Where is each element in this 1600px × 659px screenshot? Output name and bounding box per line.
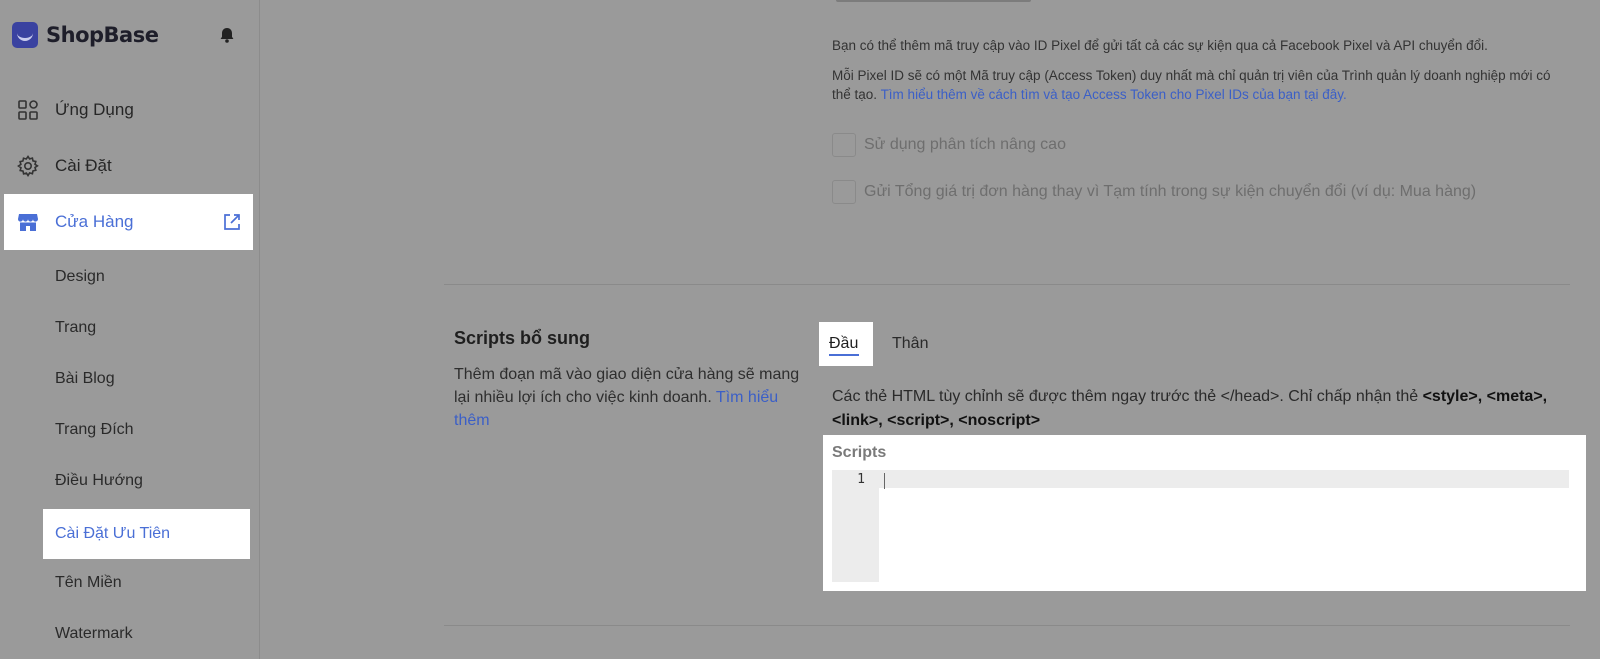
sidebar-subitem-label: Cài Đặt Ưu Tiên bbox=[55, 525, 171, 542]
section-divider bbox=[444, 284, 1570, 285]
sidebar-subitem-label: Tên Miền bbox=[55, 574, 122, 591]
sidebar-item-store[interactable]: Cửa Hàng bbox=[4, 194, 253, 250]
tab-label: Thân bbox=[892, 335, 929, 352]
text-caret bbox=[884, 473, 885, 489]
tab-label: Đầu bbox=[829, 335, 859, 352]
send-total-option[interactable]: Gửi Tổng giá trị đơn hàng thay vì Tạm tí… bbox=[832, 180, 1476, 204]
app-window: ShopBase Ứng Dụng Cài Đặt Cửa Hàng Desig… bbox=[0, 0, 1600, 659]
sidebar: ShopBase Ứng Dụng Cài Đặt Cửa Hàng Desig… bbox=[0, 0, 260, 659]
html-tags-note: Các thẻ HTML tùy chỉnh sẽ được thêm ngay… bbox=[832, 385, 1572, 433]
advanced-analytics-checkbox[interactable] bbox=[832, 133, 856, 157]
shopbase-logo-icon bbox=[12, 22, 38, 48]
input-field-edge bbox=[836, 0, 1031, 2]
bell-icon[interactable] bbox=[218, 26, 236, 44]
sidebar-subitem-label: Trang bbox=[55, 319, 97, 336]
sidebar-subitem-domains[interactable]: Tên Miền bbox=[43, 558, 250, 608]
sidebar-subitem-navigation[interactable]: Điều Hướng bbox=[43, 456, 250, 506]
send-total-checkbox[interactable] bbox=[832, 180, 856, 204]
sidebar-item-label: Ứng Dụng bbox=[55, 100, 134, 119]
gear-icon bbox=[17, 155, 39, 177]
sidebar-subitem-label: Bài Blog bbox=[55, 370, 115, 387]
sidebar-item-label: Cửa Hàng bbox=[55, 212, 134, 231]
external-link-icon[interactable] bbox=[222, 212, 242, 232]
sidebar-subitem-blog[interactable]: Bài Blog bbox=[43, 354, 250, 404]
line-number-gutter: 1 bbox=[832, 470, 879, 582]
sidebar-subitem-landing[interactable]: Trang Đích bbox=[43, 405, 250, 455]
sidebar-subitem-label: Trang Đích bbox=[55, 421, 134, 438]
advanced-analytics-label: Sử dụng phân tích nâng cao bbox=[864, 136, 1066, 153]
sidebar-subitem-label: Watermark bbox=[55, 625, 133, 642]
tab-active-indicator bbox=[829, 354, 859, 356]
brand-name: ShopBase bbox=[46, 23, 159, 47]
scripts-section-title: Scripts bổ sung bbox=[454, 328, 591, 348]
line-number: 1 bbox=[857, 472, 865, 487]
sidebar-subitem-label: Điều Hướng bbox=[55, 472, 143, 489]
main-content: Bạn có thể thêm mã truy cập vào ID Pixel… bbox=[261, 0, 1600, 659]
sidebar-item-apps[interactable]: Ứng Dụng bbox=[4, 82, 253, 138]
scripts-editor-label: Scripts bbox=[832, 444, 887, 461]
sidebar-subitem-design[interactable]: Design bbox=[43, 252, 250, 302]
sidebar-item-settings[interactable]: Cài Đặt bbox=[4, 138, 253, 194]
scripts-editor-panel: Scripts 1 bbox=[823, 435, 1586, 591]
sidebar-subitem-watermark[interactable]: Watermark bbox=[43, 609, 250, 659]
html-note-text: Các thẻ HTML tùy chỉnh sẽ được thêm ngay… bbox=[832, 388, 1419, 405]
access-token-help-link[interactable]: Tìm hiểu thêm về cách tìm và tạo Access … bbox=[881, 87, 1347, 102]
code-editor-input[interactable] bbox=[879, 470, 1569, 488]
tab-head[interactable]: Đầu bbox=[819, 322, 873, 366]
pixel-token-info: Mỗi Pixel ID sẽ có một Mã truy cập (Acce… bbox=[832, 66, 1572, 104]
grid-icon bbox=[18, 100, 38, 120]
tab-body[interactable]: Thân bbox=[882, 322, 942, 366]
pixel-info-text: Bạn có thể thêm mã truy cập vào ID Pixel… bbox=[832, 38, 1488, 53]
sidebar-subitem-preferences[interactable]: Cài Đặt Ưu Tiên bbox=[43, 509, 250, 559]
scripts-section-desc: Thêm đoạn mã vào giao diện cửa hàng sẽ m… bbox=[454, 363, 806, 432]
send-total-label: Gửi Tổng giá trị đơn hàng thay vì Tạm tí… bbox=[864, 183, 1477, 200]
store-icon bbox=[18, 214, 38, 231]
brand-logo[interactable]: ShopBase bbox=[12, 20, 159, 50]
sidebar-item-label: Cài Đặt bbox=[55, 156, 112, 175]
advanced-analytics-option[interactable]: Sử dụng phân tích nâng cao bbox=[832, 133, 1066, 157]
sidebar-subitem-label: Design bbox=[55, 268, 105, 285]
section-divider bbox=[444, 625, 1570, 626]
sidebar-subitem-pages[interactable]: Trang bbox=[43, 303, 250, 353]
